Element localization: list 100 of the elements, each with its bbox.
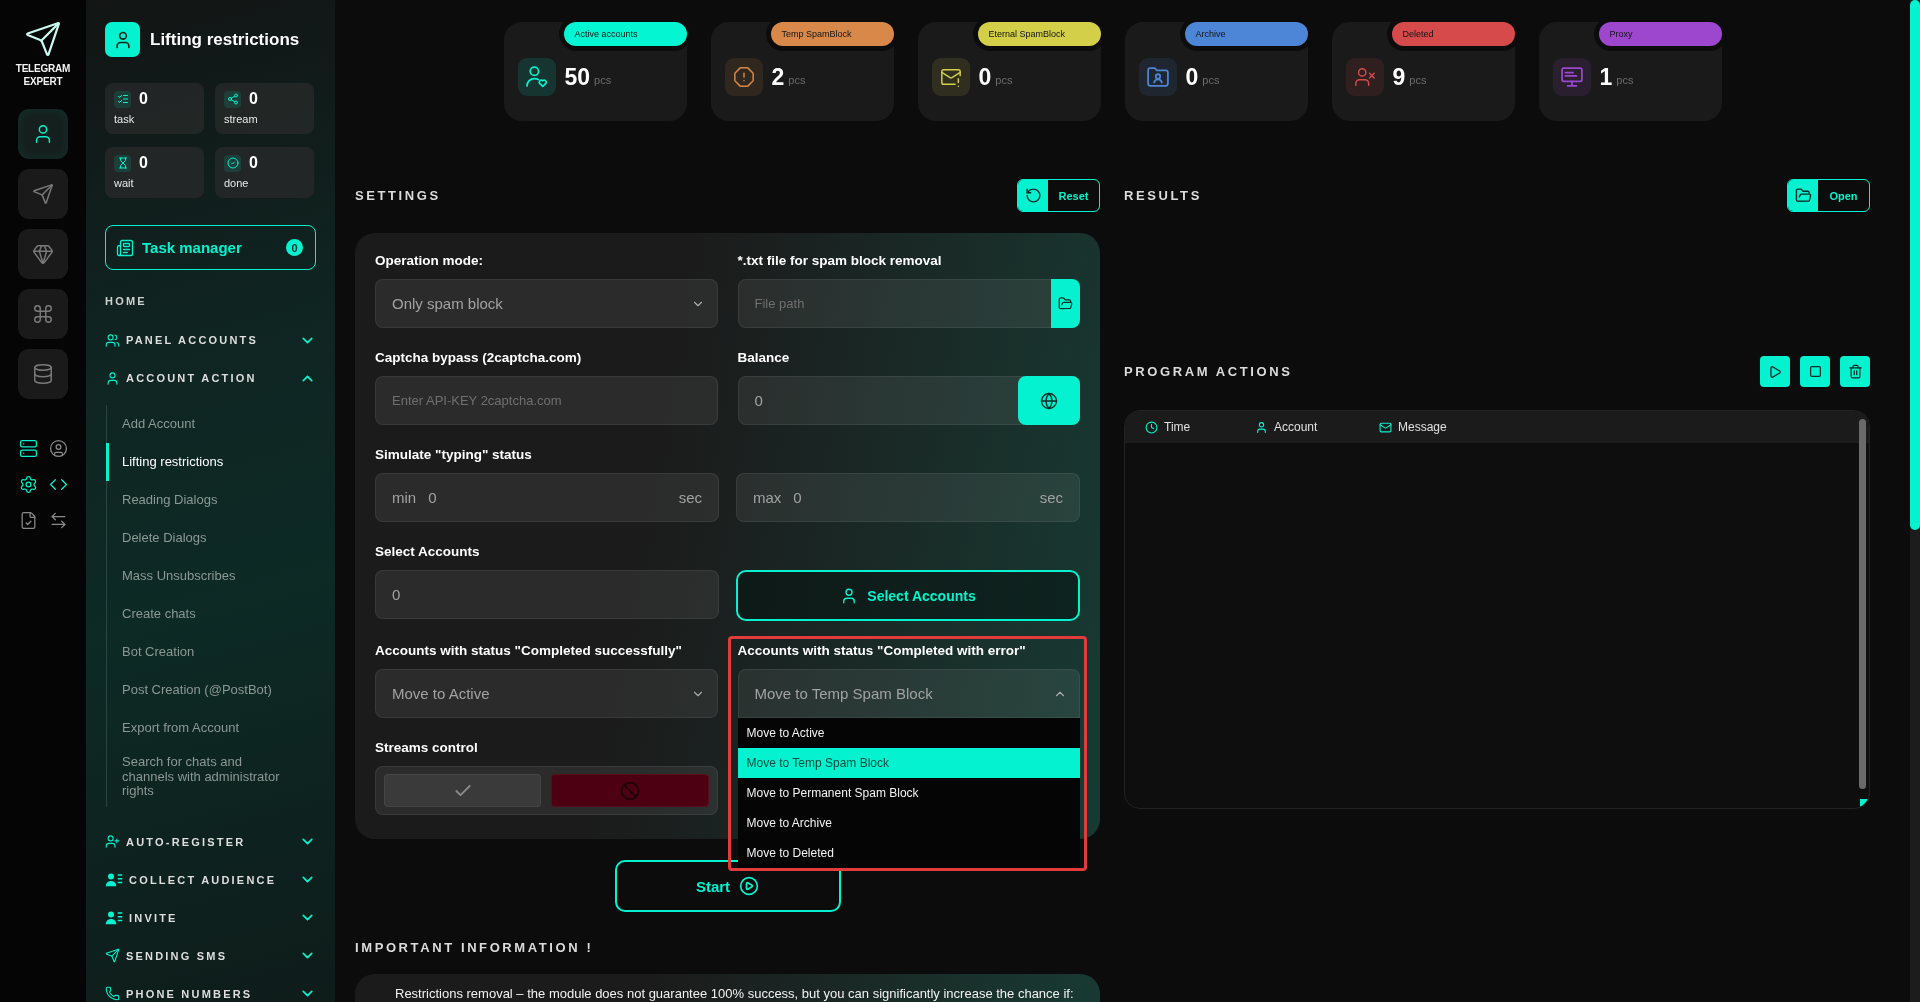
share-icon — [224, 90, 241, 108]
status-select[interactable]: Move to Temp Spam Block — [737, 669, 1080, 718]
column-header: Account — [1274, 420, 1318, 434]
section-title: RESULTS — [1124, 188, 1202, 203]
start-button[interactable]: Start — [614, 860, 841, 912]
stat-unit: pcs — [1409, 73, 1427, 88]
stat-value: 50 — [564, 63, 591, 92]
gem-icon — [32, 243, 54, 265]
counter-value: 0 — [139, 154, 148, 172]
ban-icon — [619, 780, 640, 801]
logo-text: TELEGRAM EXPERT — [14, 62, 72, 88]
min-field[interactable]: min 0 sec — [375, 473, 719, 522]
section-label: COLLECT AUDIENCE — [129, 873, 277, 886]
nav-section[interactable]: COLLECT AUDIENCE — [105, 860, 316, 899]
nav-item[interactable]: Add Account — [106, 405, 316, 443]
nav-item[interactable]: Export from Account — [106, 709, 316, 747]
task-count: 0 — [286, 239, 303, 256]
play-circle-icon — [739, 876, 760, 896]
play-button[interactable] — [1760, 356, 1790, 387]
nav-link[interactable]: HOME — [105, 295, 147, 308]
folder-icon — [1794, 187, 1812, 204]
database-icon — [32, 363, 54, 385]
phone-icon — [105, 986, 120, 1001]
arrows-icon[interactable] — [48, 511, 68, 530]
nav-button[interactable] — [18, 109, 68, 159]
stop-icon — [1808, 365, 1822, 378]
folder-user-icon — [1138, 58, 1177, 96]
nav-item[interactable]: Post Creation (@PostBot) — [106, 671, 316, 709]
user-circle-icon[interactable] — [48, 439, 68, 458]
nav-item[interactable]: Mass Unsubscribes — [106, 557, 316, 595]
nav-item[interactable]: Bot Creation — [106, 633, 316, 671]
max-field[interactable]: max 0 sec — [736, 473, 1080, 522]
browse-button[interactable] — [1051, 279, 1080, 328]
field-label: Captcha bypass (2captcha.com) — [375, 349, 583, 367]
nav-button[interactable] — [18, 169, 68, 219]
status-select[interactable]: Move to Active — [375, 669, 718, 718]
settings-icon[interactable] — [18, 475, 38, 494]
folder-icon — [1058, 296, 1073, 311]
stat-value: 0 — [978, 63, 992, 92]
globe-button[interactable] — [1018, 376, 1080, 425]
table-scrollbar[interactable] — [1859, 419, 1866, 789]
check-circle-icon — [224, 154, 241, 172]
user-x-icon — [1345, 58, 1384, 96]
user-icon — [1255, 420, 1268, 434]
nav-section[interactable]: ACCOUNT ACTION — [105, 359, 316, 397]
nav-button[interactable] — [18, 289, 68, 339]
user-plus-icon — [105, 834, 120, 849]
stat-unit: pcs — [995, 73, 1013, 88]
column-header: Time — [1164, 420, 1191, 434]
stat-value: 1 — [1599, 63, 1613, 92]
mode-select[interactable]: Only spam block — [375, 279, 718, 328]
scrollbar-thumb[interactable] — [1910, 0, 1920, 530]
nav-section[interactable]: PANEL ACCOUNTS — [105, 321, 316, 359]
delete-button[interactable] — [1840, 356, 1870, 387]
nav-button[interactable] — [18, 229, 68, 279]
field-label: Operation mode: — [375, 252, 484, 270]
nav-section[interactable]: AUTO-REGISTER — [105, 822, 316, 861]
dropdown-option[interactable]: Move to Temp Spam Block — [737, 748, 1080, 778]
counter-label: wait — [114, 177, 135, 189]
stat-unit: pcs — [594, 73, 612, 88]
command-icon — [32, 303, 54, 325]
newspaper-icon — [116, 238, 134, 257]
field-label: Streams control — [375, 739, 479, 757]
stat-unit: pcs — [1202, 73, 1220, 88]
counter-label: done — [224, 177, 250, 189]
dropdown-option[interactable]: Move to Permanent Spam Block — [737, 778, 1080, 808]
server-icon[interactable] — [18, 439, 38, 458]
nav-section[interactable]: SENDING SMS — [105, 936, 316, 975]
reset-button[interactable]: Reset — [1017, 179, 1100, 212]
field-label: Balance — [737, 349, 791, 367]
stop-button[interactable] — [1800, 356, 1830, 387]
nav-section[interactable]: INVITE — [105, 898, 316, 937]
select-accounts-button[interactable]: Select Accounts — [736, 570, 1080, 621]
page-title: Lifting restrictions — [150, 29, 300, 50]
info-text: Restrictions removal – the module does not guarantee 100% success, but you can significantly increase the chance if: — [395, 986, 1075, 1001]
logo-icon — [24, 20, 62, 58]
accounts-count-field[interactable]: 0 — [375, 570, 719, 619]
nav-button[interactable] — [18, 349, 68, 399]
dropdown-option[interactable]: Move to Archive — [737, 808, 1080, 838]
mail-warning-icon — [931, 58, 970, 96]
counter-value: 0 — [249, 154, 258, 172]
nav-section[interactable]: PHONE NUMBERS — [105, 974, 316, 1002]
trash-icon — [1847, 364, 1863, 379]
resize-handle[interactable] — [1860, 799, 1869, 808]
stat-unit: pcs — [788, 73, 806, 88]
section-title: IMPORTANT INFORMATION ! — [355, 940, 595, 955]
nav-item[interactable]: Reading Dialogs — [106, 481, 316, 519]
globe-icon — [1040, 391, 1058, 410]
nav-item[interactable]: Delete Dialogs — [106, 519, 316, 557]
task-manager-button[interactable]: Task manager 0 — [105, 225, 316, 270]
nav-item[interactable]: Create chats — [106, 595, 316, 633]
nav-item[interactable]: Search for chats and channels with administrator rights — [106, 747, 316, 807]
counter-label: task — [114, 113, 136, 125]
dropdown-option[interactable]: Move to Active — [737, 718, 1080, 748]
open-button[interactable]: Open — [1787, 179, 1870, 212]
counter-value: 0 — [139, 90, 148, 108]
hourglass-icon — [114, 154, 131, 172]
paper-plane-icon — [32, 183, 54, 205]
nav-item[interactable]: Lifting restrictions — [106, 443, 316, 481]
mail-icon — [1379, 420, 1392, 434]
